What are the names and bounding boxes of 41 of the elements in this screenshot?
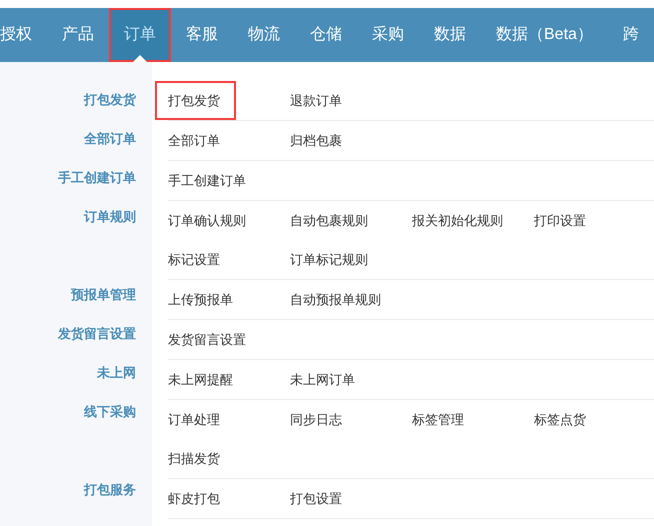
menu-link[interactable]: 订单处理 [157,402,234,438]
nav-tab[interactable]: 采购 [357,8,419,62]
menu-link[interactable]: 扫描发货 [157,440,234,476]
nav-tab[interactable]: 跨 [608,8,654,62]
menu-link[interactable]: 自动包裹规则 [279,202,382,238]
menu-link[interactable]: 标记设置 [157,242,234,278]
category-label: 手工创建订单 [58,169,136,187]
menu-link[interactable]: 同步日志 [279,402,356,438]
menu-link[interactable]: 打印设置 [523,202,600,238]
nav-tab[interactable]: 数据 [419,8,481,62]
menu-link[interactable]: 虾皮打包 [157,480,234,516]
category-label: 打包发货 [84,91,136,109]
menu-link[interactable]: 报关初始化规则 [401,202,517,238]
category-label: 线下采购 [84,403,136,421]
menu-link[interactable]: 打包发货 [157,82,234,118]
nav-tab[interactable]: 数据（Beta） [481,8,608,62]
nav-tab[interactable]: 产品 [47,8,109,62]
category-label: 订单规则 [84,208,136,226]
category-label: 发货留言设置 [58,325,136,343]
nav-tab[interactable]: 授权 [0,8,47,62]
menu-link[interactable]: 标签管理 [401,402,478,438]
menu-link[interactable]: 订单确认规则 [157,202,260,238]
category-label: 预报单管理 [71,286,136,304]
menu-link[interactable]: 发货留言设置 [157,322,260,358]
menu-link[interactable]: 标签点货 [523,402,600,438]
menu-link[interactable]: 订单标记规则 [279,242,382,278]
menu-link[interactable]: 退款订单 [279,82,356,118]
nav-tab[interactable]: 物流 [233,8,295,62]
menu-link[interactable]: 手工创建订单 [157,162,260,198]
menu-link[interactable]: 打包设置 [279,480,356,516]
category-label: 未上网 [97,364,136,382]
menu-link[interactable]: 全部订单 [157,122,234,158]
category-label: 全部订单 [84,130,136,148]
menu-link[interactable]: 未上网提醒 [157,362,247,398]
category-label: 打包服务 [84,481,136,499]
menu-link[interactable]: 自动预报单规则 [279,282,395,318]
nav-tab[interactable]: 客服 [171,8,233,62]
menu-link[interactable]: 未上网订单 [279,362,369,398]
nav-tab[interactable]: 仓储 [295,8,357,62]
menu-link[interactable]: 上传预报单 [157,282,247,318]
menu-link[interactable]: 归档包裹 [279,122,356,158]
